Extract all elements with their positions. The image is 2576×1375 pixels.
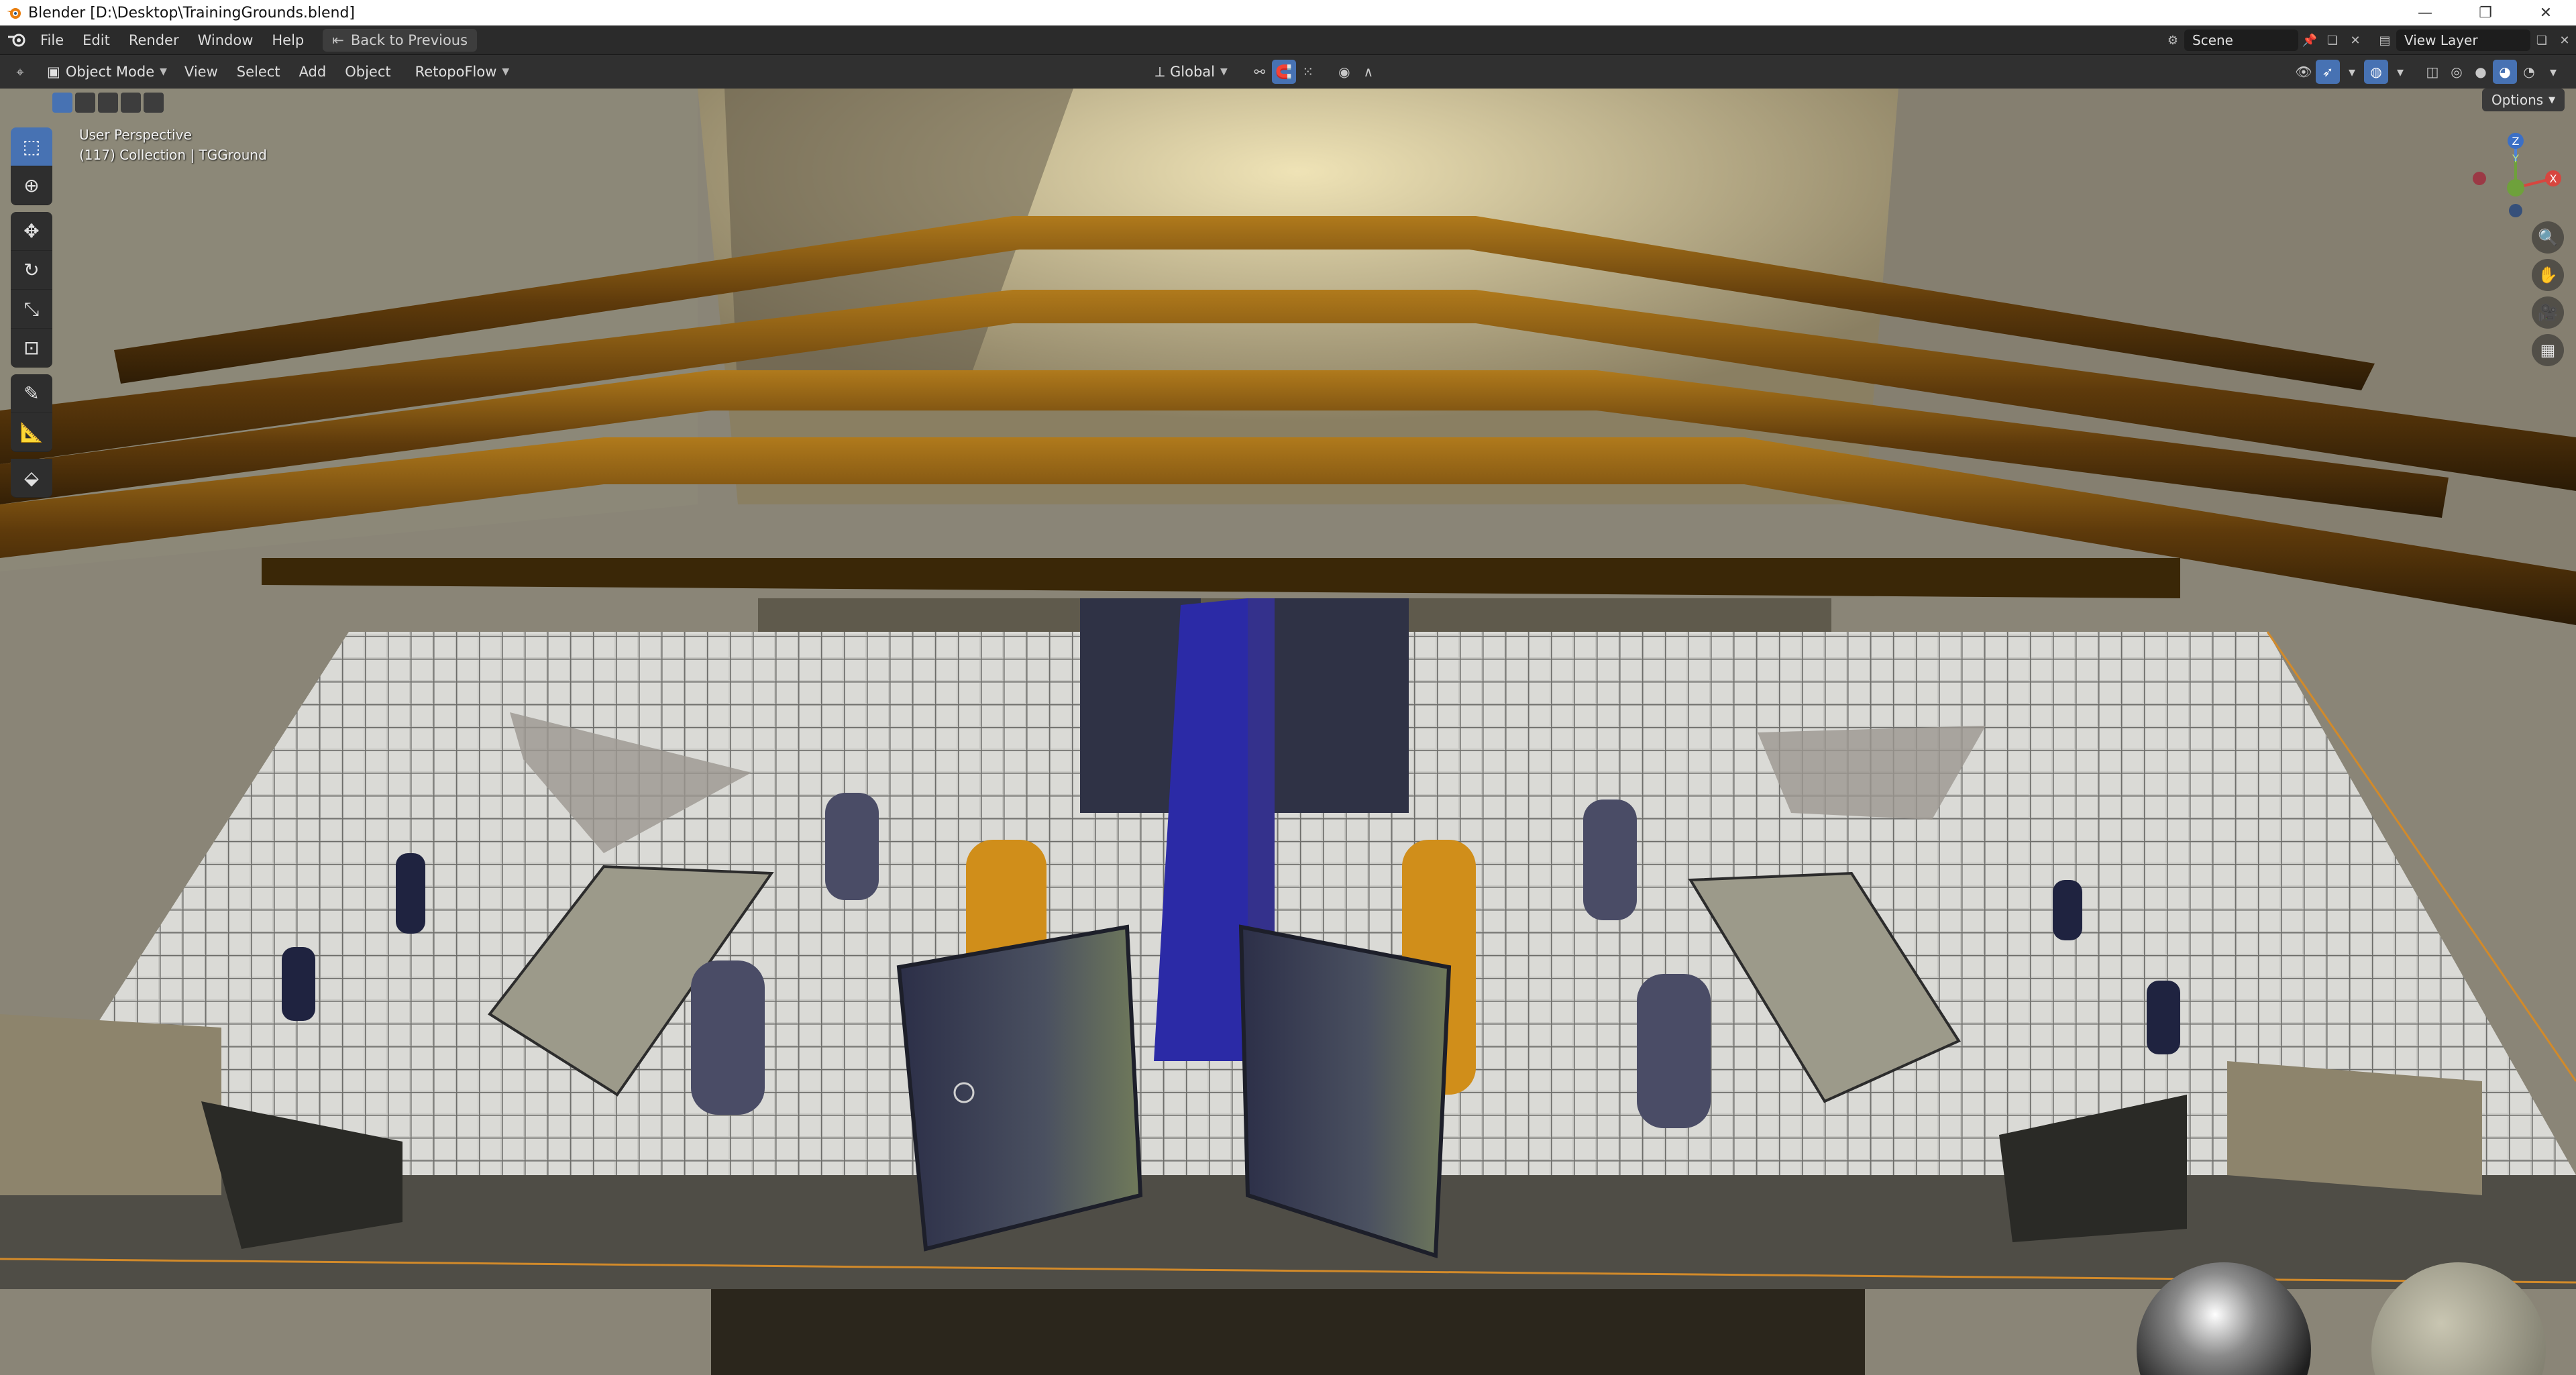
gizmo-x-label: X <box>2550 172 2557 185</box>
rendered-shading-icon[interactable]: ◔ <box>2517 60 2541 84</box>
overlay-dropdown-icon[interactable]: ▾ <box>2340 60 2364 84</box>
orientation-label: Global <box>1170 64 1216 80</box>
options-label: Options <box>2491 92 2544 108</box>
material-preview-shading-icon[interactable]: ◕ <box>2493 60 2517 84</box>
snap-toggle-icon[interactable]: 🧲 <box>1271 60 1296 84</box>
falloff-icon[interactable]: ∧ <box>1356 60 1381 84</box>
menu-render[interactable]: Render <box>119 29 189 52</box>
gizmo-y-label: Y <box>2512 152 2519 165</box>
scene-render <box>0 89 2576 1375</box>
menu-help[interactable]: Help <box>262 29 313 52</box>
collection-label: (117) Collection | TGGround <box>79 147 267 163</box>
zoom-icon[interactable]: 🔍 <box>2532 221 2564 254</box>
new-scene-icon[interactable]: ❏ <box>2321 29 2344 52</box>
wireframe-shading-icon[interactable]: ◎ <box>2445 60 2469 84</box>
navigation-gizmo[interactable]: Z Y X <box>2469 127 2563 221</box>
viewport-header: ⌖ ▣ Object Mode ▼ View Select Add Object… <box>0 55 2576 89</box>
retopoflow-menu[interactable]: RetopoFlow ▼ <box>407 60 518 84</box>
select-extend-icon[interactable] <box>75 93 95 113</box>
gizmo-z-label: Z <box>2512 135 2520 148</box>
cursor-tool-icon[interactable]: ⊕ <box>11 166 52 205</box>
select-box-tool-icon[interactable]: ⬚ <box>11 127 52 166</box>
chevron-down-icon: ▼ <box>502 66 510 77</box>
proportional-edit-icon[interactable]: ◉ <box>1332 60 1356 84</box>
viewport-nav-buttons: 🔍 ✋ 🎥 ▦ <box>2532 221 2565 366</box>
annotate-tool-icon[interactable]: ✎ <box>11 374 52 413</box>
editor-type-icon[interactable]: ⌖ <box>8 60 32 84</box>
blender-logo-icon <box>7 8 21 19</box>
close-button[interactable]: ✕ <box>2516 0 2576 25</box>
delete-view-layer-icon[interactable]: ✕ <box>2553 29 2576 52</box>
menu-view[interactable]: View <box>175 60 227 84</box>
mode-label: Object Mode <box>65 64 155 80</box>
scene-field[interactable]: Scene <box>2184 30 2298 51</box>
delete-scene-icon[interactable]: ✕ <box>2344 29 2367 52</box>
object-mode-icon: ▣ <box>47 64 60 80</box>
new-view-layer-icon[interactable]: ❏ <box>2530 29 2553 52</box>
menu-file[interactable]: File <box>31 29 73 52</box>
blender-menu-icon[interactable] <box>4 29 31 52</box>
restore-button[interactable]: ❐ <box>2455 0 2516 25</box>
mode-dropdown[interactable]: ▣ Object Mode ▼ <box>39 60 175 84</box>
overlays-toggle-icon[interactable]: ◍ <box>2364 60 2388 84</box>
view-layer-icon[interactable]: ▤ <box>2373 29 2396 52</box>
add-cube-tool-icon[interactable]: ⬙ <box>11 459 52 498</box>
solid-shading-icon[interactable]: ● <box>2469 60 2493 84</box>
select-new-icon[interactable] <box>52 93 72 113</box>
menu-select[interactable]: Select <box>227 60 290 84</box>
os-titlebar: Blender [D:\Desktop\TrainingGrounds.blen… <box>0 0 2576 25</box>
chevron-down-icon: ▼ <box>1220 66 1228 77</box>
rotate-tool-icon[interactable]: ↻ <box>11 251 52 290</box>
select-subtract-icon[interactable] <box>98 93 118 113</box>
options-button[interactable]: Options ▼ <box>2482 89 2565 111</box>
blender-topbar: File Edit Render Window Help ⇤ Back to P… <box>0 25 2576 55</box>
measure-tool-icon[interactable]: 📐 <box>11 413 52 452</box>
xray-icon[interactable]: ◫ <box>2420 60 2445 84</box>
scene-icon[interactable]: ⚙ <box>2161 29 2184 52</box>
menu-add[interactable]: Add <box>290 60 336 84</box>
snap-target-icon[interactable]: ⁙ <box>1296 60 1320 84</box>
tool-shelf: ⬚ ⊕ ✥ ↻ ⤡ ⊡ ✎ 📐 ⬙ <box>11 127 55 498</box>
transform-tool-icon[interactable]: ⊡ <box>11 329 52 368</box>
menu-edit[interactable]: Edit <box>73 29 119 52</box>
minimize-button[interactable]: — <box>2395 0 2455 25</box>
camera-view-icon[interactable]: 🎥 <box>2532 296 2564 329</box>
menu-window[interactable]: Window <box>189 29 263 52</box>
pivot-icon[interactable]: ⚯ <box>1248 60 1272 84</box>
gizmo-toggle-icon[interactable]: ➶ <box>2316 60 2340 84</box>
chevron-down-icon: ▼ <box>160 66 167 77</box>
move-tool-icon[interactable]: ✥ <box>11 212 52 251</box>
view-layer-name: View Layer <box>2404 32 2478 48</box>
chevron-down-icon: ▼ <box>2548 95 2556 105</box>
window-title: Blender [D:\Desktop\TrainingGrounds.blen… <box>28 4 355 21</box>
pan-hand-icon[interactable]: ✋ <box>2532 259 2564 291</box>
visibility-icon[interactable]: 👁 <box>2292 60 2316 84</box>
orientation-icon: ⟂ <box>1155 63 1165 80</box>
scale-tool-icon[interactable]: ⤡ <box>11 290 52 329</box>
view-layer-field[interactable]: View Layer <box>2396 30 2530 51</box>
scene-name: Scene <box>2192 32 2233 48</box>
select-mode-row <box>52 93 164 114</box>
overlay-options-icon[interactable]: ▾ <box>2388 60 2412 84</box>
back-to-previous-label: Back to Previous <box>350 32 468 48</box>
3d-viewport[interactable]: User Perspective (117) Collection | TGGr… <box>0 89 2576 1375</box>
select-invert-icon[interactable] <box>121 93 141 113</box>
orientation-dropdown[interactable]: ⟂ Global ▼ <box>1147 60 1236 84</box>
perspective-grid-icon[interactable]: ▦ <box>2532 334 2564 366</box>
viewport-info: User Perspective (117) Collection | TGGr… <box>79 125 267 165</box>
shading-options-icon[interactable]: ▾ <box>2541 60 2565 84</box>
back-to-previous-button[interactable]: ⇤ Back to Previous <box>323 28 478 52</box>
menu-object[interactable]: Object <box>335 60 400 84</box>
retopoflow-label: RetopoFlow <box>415 64 497 80</box>
perspective-label: User Perspective <box>79 127 192 143</box>
pin-icon[interactable]: 📌 <box>2298 29 2321 52</box>
select-intersect-icon[interactable] <box>144 93 164 113</box>
back-arrow-icon: ⇤ <box>332 32 344 48</box>
